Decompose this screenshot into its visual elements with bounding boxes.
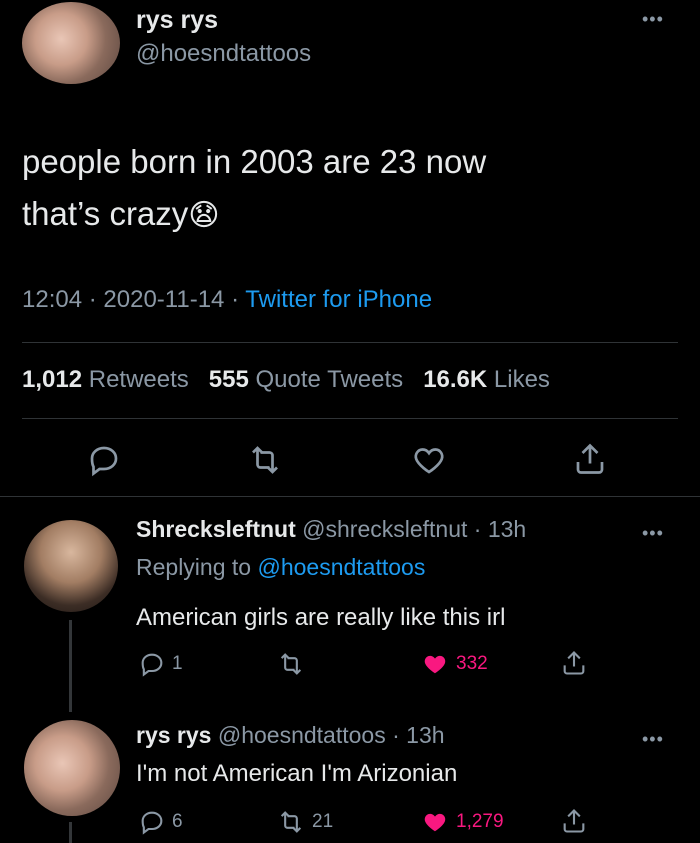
like-button[interactable] xyxy=(410,442,448,478)
quotes-stat[interactable]: 555 Quote Tweets xyxy=(209,366,410,393)
reply-button[interactable] xyxy=(86,442,122,478)
reply-icon xyxy=(90,446,118,477)
divider-middle xyxy=(22,418,678,419)
retweet-icon xyxy=(252,446,278,474)
reply2-display-name[interactable]: rys rys xyxy=(136,722,211,748)
retweets-label: Retweets xyxy=(88,366,189,393)
reply2-header: rys rys @hoesndtattoos · 13h xyxy=(136,722,445,749)
likes-count: 16.6K xyxy=(423,366,488,393)
retweet-button[interactable] xyxy=(246,442,284,478)
author-display-name[interactable]: rys rys xyxy=(136,6,218,35)
liked-heart-icon xyxy=(424,813,446,832)
like-icon xyxy=(414,448,444,474)
reply2-handle[interactable]: @hoesndtattoos xyxy=(218,722,386,748)
tweet-time[interactable]: 12:04 xyxy=(22,286,82,313)
reply2-more-icon[interactable]: ••• xyxy=(642,730,664,748)
share-icon xyxy=(563,651,585,675)
divider-bottom xyxy=(0,496,700,497)
reply1-replies-count: 1 xyxy=(172,653,183,674)
reply1-avatar[interactable] xyxy=(24,520,118,612)
tweet-text-line2: that’s crazy😧 xyxy=(22,188,486,242)
tweet-text-line2-text: that’s crazy xyxy=(22,195,189,232)
meta-separator-2: · xyxy=(231,286,240,313)
reply2-share-button[interactable] xyxy=(560,806,588,836)
reply1-time[interactable]: · 13h xyxy=(474,516,526,542)
divider-top xyxy=(22,342,678,343)
reply2-retweets-count: 21 xyxy=(312,811,334,832)
reply1-display-name[interactable]: Shrecksleftnut xyxy=(136,516,296,542)
reply2-likes-count: 1,279 xyxy=(456,811,504,832)
liked-heart-icon xyxy=(424,655,446,674)
reply1-more-icon[interactable]: ••• xyxy=(642,524,664,542)
tweet-text: people born in 2003 are 23 now that’s cr… xyxy=(22,136,486,242)
reply2-like-button[interactable]: 1,279 xyxy=(420,808,504,836)
tweet-client[interactable]: Twitter for iPhone xyxy=(245,286,432,313)
likes-stat[interactable]: 16.6K Likes xyxy=(423,366,550,393)
reply2-text: I'm not American I'm Arizonian xyxy=(136,760,458,787)
reply-icon xyxy=(141,653,163,677)
reply2-retweet-button[interactable]: 21 xyxy=(276,808,333,836)
grimace-emoji-icon: 😧 xyxy=(188,199,220,232)
reply1-text: American girls are really like this irl xyxy=(136,604,506,631)
tweet-date[interactable]: 2020-11-14 xyxy=(103,286,224,313)
thread-line-2 xyxy=(69,822,72,843)
retweet-icon xyxy=(280,811,302,833)
share-icon xyxy=(563,809,585,833)
reply1-share-button[interactable] xyxy=(560,648,588,678)
likes-label: Likes xyxy=(493,366,550,393)
thread-line-1 xyxy=(69,620,72,712)
meta-separator: · xyxy=(88,286,97,313)
reply1-handle[interactable]: @shrecksleftnut xyxy=(302,516,467,542)
share-icon xyxy=(576,443,604,474)
reply1-replying-to: Replying to @hoesndtattoos xyxy=(136,554,425,581)
retweets-count: 1,012 xyxy=(22,366,83,393)
tweet-meta: 12:04 · 2020-11-14 · Twitter for iPhone xyxy=(22,286,432,314)
quotes-count: 555 xyxy=(208,366,249,393)
engagement-stats: 1,012 Retweets 555 Quote Tweets 16.6K Li… xyxy=(22,366,550,394)
reply1-likes-count: 332 xyxy=(456,653,488,674)
replying-to-handle[interactable]: @hoesndtattoos xyxy=(257,554,425,580)
replying-to-label: Replying to xyxy=(136,554,252,580)
retweet-icon xyxy=(280,653,302,675)
more-options-icon[interactable]: ••• xyxy=(642,10,664,28)
author-avatar[interactable] xyxy=(22,2,120,84)
reply1-retweet-button[interactable] xyxy=(276,650,312,678)
reply1-reply-button[interactable]: 1 xyxy=(138,650,183,678)
retweets-stat[interactable]: 1,012 Retweets xyxy=(22,366,195,393)
reply2-reply-button[interactable]: 6 xyxy=(138,808,183,836)
reply-icon xyxy=(141,811,163,835)
reply2-time[interactable]: · 13h xyxy=(392,722,444,748)
reply1-like-button[interactable]: 332 xyxy=(420,650,488,678)
author-handle[interactable]: @hoesndtattoos xyxy=(136,40,311,68)
reply2-replies-count: 6 xyxy=(172,811,183,832)
share-button[interactable] xyxy=(572,440,608,478)
reply1-header: Shrecksleftnut @shrecksleftnut · 13h xyxy=(136,516,526,543)
reply2-avatar[interactable] xyxy=(24,720,120,816)
tweet-text-line1: people born in 2003 are 23 now xyxy=(22,143,487,180)
quotes-label: Quote Tweets xyxy=(255,366,404,393)
